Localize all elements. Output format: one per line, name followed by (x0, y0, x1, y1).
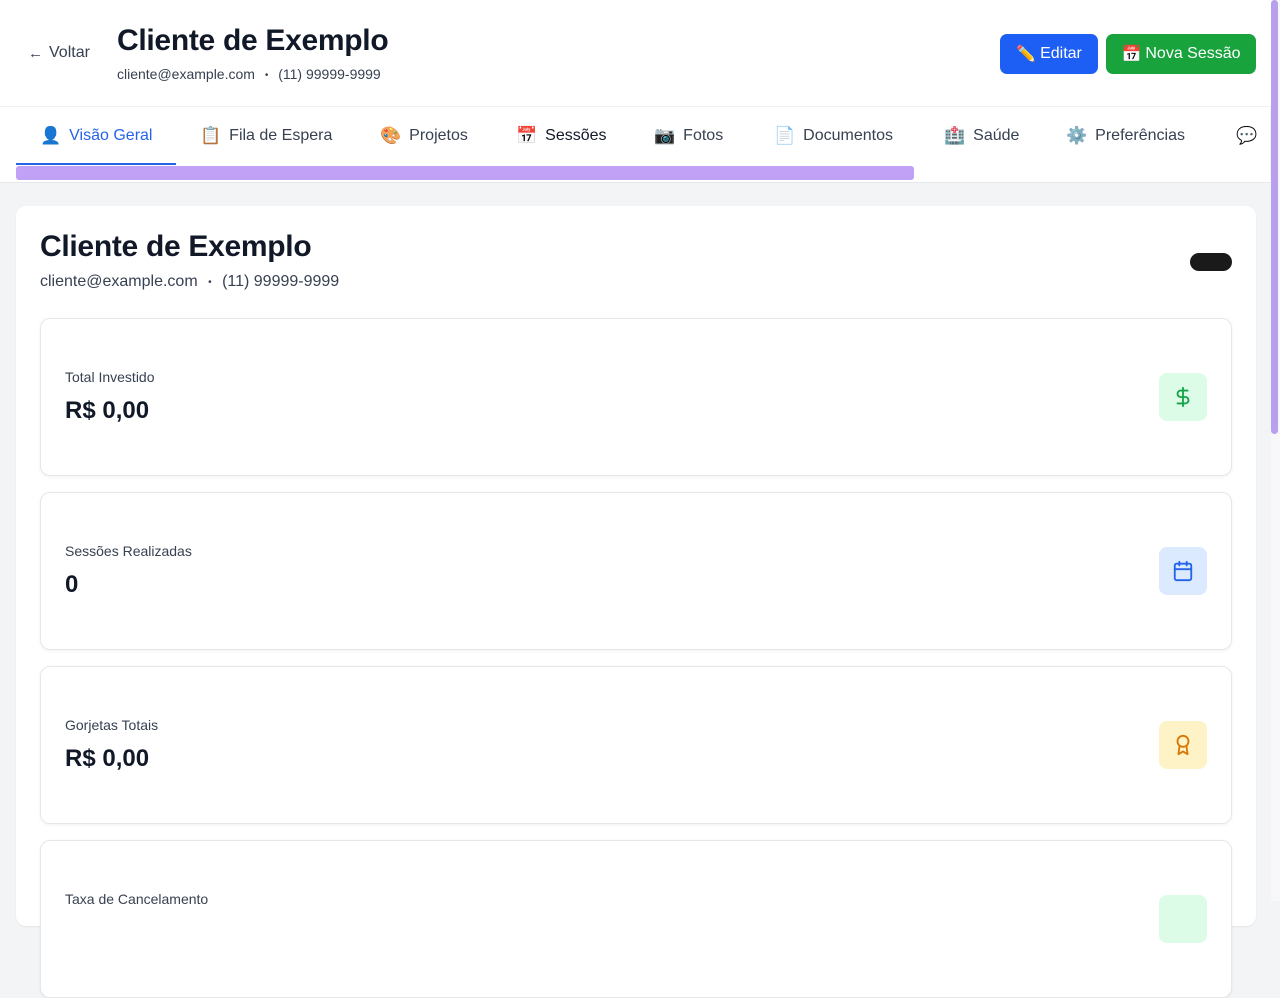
arrow-left-icon: ← (28, 44, 43, 62)
edit-button-label: Editar (1040, 45, 1082, 62)
calendar-icon: 📅 (1121, 46, 1142, 63)
tab-fila-de-espera[interactable]: 📋 Fila de Espera (200, 107, 332, 165)
hospital-icon: 🏥 (944, 126, 966, 145)
tab-preferencias[interactable]: ⚙️ Preferências (1066, 107, 1185, 165)
user-icon: 👤 (40, 126, 62, 145)
tab-label: Visão Geral (69, 127, 153, 144)
palette-icon: 🎨 (380, 126, 402, 145)
page-title: Cliente de Exemplo (117, 24, 389, 57)
tab-mensagens[interactable]: 💬 (1236, 107, 1257, 165)
stat-label: Taxa de Cancelamento (65, 891, 209, 907)
calendar-icon: 📅 (516, 126, 538, 145)
back-button[interactable]: ← Voltar (28, 44, 90, 62)
client-contact: cliente@example.com • (11) 99999-9999 (40, 273, 339, 291)
page-header: ← Voltar Cliente de Exemplo cliente@exam… (0, 0, 1280, 107)
tab-label: Preferências (1095, 127, 1185, 144)
tab-label: Documentos (803, 127, 893, 144)
stat-value: 0 (65, 571, 79, 598)
stat-label: Total Investido (65, 369, 155, 385)
stat-card-sessoes-realizadas: Sessões Realizadas 0 (40, 492, 1232, 650)
new-session-button[interactable]: 📅 Nova Sessão (1106, 34, 1256, 74)
tab-label: Fotos (683, 127, 724, 144)
separator-dot: • (208, 277, 212, 288)
tab-fotos[interactable]: 📷 Fotos (654, 107, 723, 165)
tab-label: Saúde (973, 127, 1020, 144)
tab-documentos[interactable]: 📄 Documentos (774, 107, 893, 165)
client-email: cliente@example.com (40, 273, 198, 290)
stat-label: Gorjetas Totais (65, 717, 159, 733)
client-contact: cliente@example.com • (11) 99999-9999 (117, 66, 381, 82)
tab-label: Projetos (409, 127, 468, 144)
dollar-icon (1159, 373, 1207, 421)
stat-icon (1159, 895, 1207, 943)
camera-icon: 📷 (654, 126, 676, 145)
tab-label: Sessões (545, 127, 607, 144)
client-email: cliente@example.com (117, 66, 255, 82)
gear-icon: ⚙️ (1066, 126, 1088, 145)
tab-label: Fila de Espera (229, 127, 333, 144)
back-label: Voltar (49, 44, 90, 61)
tab-visao-geral[interactable]: 👤 Visão Geral (40, 107, 152, 165)
stat-card-taxa-de-cancelamento: Taxa de Cancelamento (40, 840, 1232, 998)
status-badge (1190, 253, 1232, 271)
award-icon (1159, 721, 1207, 769)
page-scrollbar-thumb[interactable] (1271, 0, 1278, 434)
pencil-icon: ✏️ (1016, 46, 1037, 63)
client-name-heading: Cliente de Exemplo (40, 230, 312, 263)
tab-scrollbar[interactable] (16, 166, 914, 180)
tab-bar: 👤 Visão Geral 📋 Fila de Espera 🎨 Projeto… (0, 107, 1270, 183)
stat-label: Sessões Realizadas (65, 543, 192, 559)
clipboard-icon: 📋 (200, 126, 222, 145)
separator-dot: • (264, 70, 269, 81)
client-phone: (11) 99999-9999 (278, 66, 381, 82)
stat-value: R$ 0,00 (65, 397, 150, 424)
speech-bubble-icon: 💬 (1236, 126, 1258, 145)
calendar-icon (1159, 547, 1207, 595)
tab-saude[interactable]: 🏥 Saúde (944, 107, 1019, 165)
active-tab-indicator (16, 163, 176, 165)
stat-value: R$ 0,00 (65, 745, 150, 772)
edit-button[interactable]: ✏️ Editar (1000, 34, 1098, 74)
tab-projetos[interactable]: 🎨 Projetos (380, 107, 468, 165)
tab-sessoes[interactable]: 📅 Sessões (516, 107, 607, 165)
stat-card-total-investido: Total Investido R$ 0,00 (40, 318, 1232, 476)
client-phone: (11) 99999-9999 (222, 273, 340, 290)
stat-card-gorjetas-totais: Gorjetas Totais R$ 0,00 (40, 666, 1232, 824)
document-icon: 📄 (774, 126, 796, 145)
new-session-button-label: Nova Sessão (1145, 45, 1241, 62)
